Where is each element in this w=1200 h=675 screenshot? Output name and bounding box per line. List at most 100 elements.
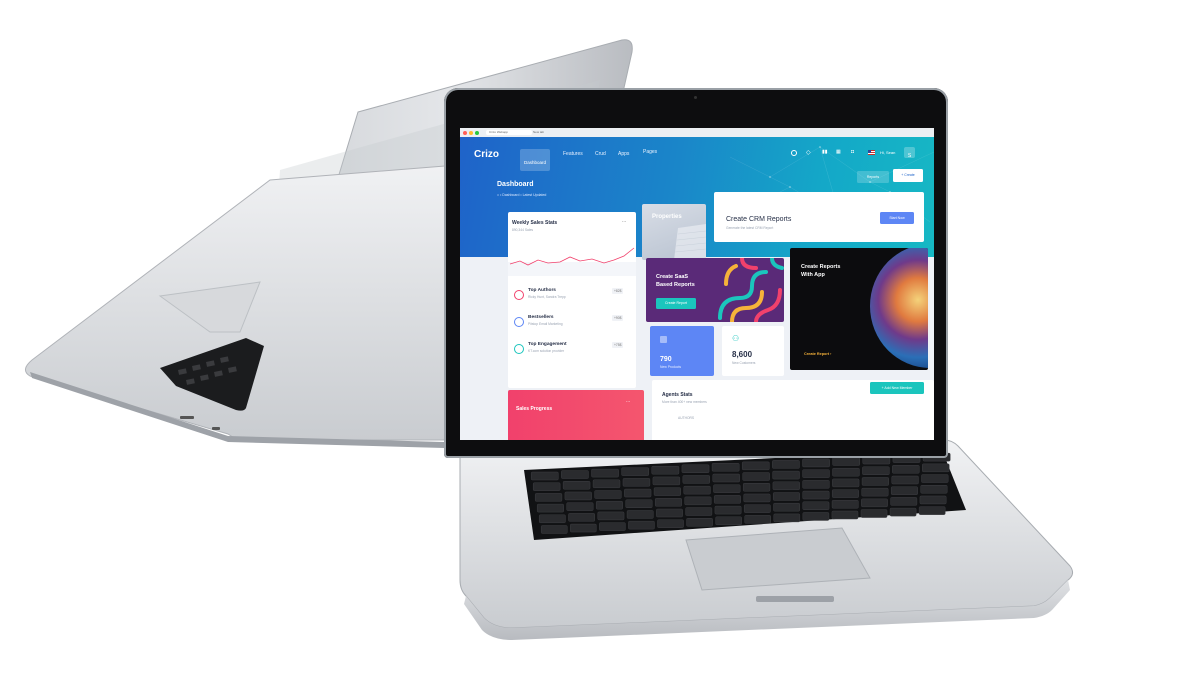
layers-icon[interactable]: ◇ [806, 149, 811, 156]
saas-create-report-button[interactable]: Create Report [656, 298, 696, 309]
keyboard-key [715, 516, 742, 526]
keyboard-key [536, 503, 564, 513]
keyboard-key [831, 510, 859, 520]
close-dot-icon[interactable] [463, 130, 467, 135]
keyboard-key [657, 519, 684, 528]
keyboard-key [831, 500, 859, 509]
new-customers-card: ⚇ 8,600 New Customers [722, 326, 784, 376]
home-icon[interactable]: ⌂ [497, 193, 499, 197]
keyboard-key [743, 504, 771, 513]
keyboard-key [538, 514, 566, 524]
keyboard-key [686, 518, 713, 527]
customers-value: 8,600 [732, 350, 753, 359]
app-reports-title-line1: Create Reports [801, 264, 841, 270]
keyboard-key [595, 500, 623, 510]
keyboard-key [773, 502, 801, 512]
start-now-button[interactable]: Start Now [880, 212, 914, 224]
keyboard-key [742, 472, 770, 481]
keyboard-key [599, 522, 626, 531]
weekly-sales-subtitle: 890,344 Sales [512, 228, 534, 232]
keyboard-key [712, 473, 740, 483]
keyboard-key [741, 461, 770, 471]
products-value: 790 [660, 356, 672, 363]
add-new-member-button[interactable]: + Add New Member [870, 382, 924, 394]
flag-icon[interactable] [868, 150, 875, 155]
crm-reports-card: Create CRM Reports Generate the latest C… [714, 192, 924, 242]
brand-logo[interactable]: Crizo [474, 149, 499, 160]
nav-features[interactable]: Features [563, 151, 583, 157]
keyboard-key [570, 523, 597, 533]
add-new-member-label: Add New Member [884, 386, 913, 390]
weekly-sales-menu[interactable]: ... [622, 218, 626, 224]
reports-button[interactable]: Reports [857, 171, 889, 183]
keyboard-key [890, 486, 918, 495]
create-button[interactable]: + Create [893, 169, 923, 182]
keyboard-key [561, 470, 589, 479]
saas-pattern [718, 258, 784, 322]
keyboard-key [832, 478, 860, 488]
crm-subtitle: Generate the latest CRM Report [726, 226, 774, 230]
agents-table-header: AUTHORS [678, 416, 695, 420]
dashboard-screen: Crizo Webapp New tab Crizo Dashboard Fea… [460, 128, 934, 440]
app-create-report-link[interactable]: Create Report › [804, 352, 831, 356]
bell-icon[interactable]: ◘ [851, 149, 854, 155]
sales-list-item[interactable]: Top Engagement KT.com solution provider +7… [512, 340, 632, 362]
customers-label: New Customers [732, 361, 756, 365]
search-icon[interactable] [791, 150, 797, 156]
browser-new-tab[interactable]: New tab [530, 130, 566, 135]
sales-list-item[interactable]: Top Authors Ricky Hunt, Sandra Trepp +82$ [512, 286, 632, 308]
keyboard-key [540, 525, 568, 534]
keyboard-key [681, 464, 710, 473]
sales-progress-card: Sales Progress ... [508, 390, 644, 440]
sales-list-item[interactable]: Bestsellers Pitstop Email Marketing +90$ [512, 313, 632, 335]
keyboard-key [918, 506, 946, 515]
keyboard-key [742, 483, 771, 492]
keyboard-key [532, 482, 561, 491]
saas-title-line1: Create SaaS [656, 274, 689, 280]
user-greeting[interactable]: Hi, Sean [880, 150, 895, 155]
keyboard-key [628, 520, 655, 530]
nav-dashboard-label: Dashboard [524, 160, 547, 165]
weekly-sales-title: Weekly Sales Stats [512, 220, 558, 226]
keyboard-key [624, 488, 652, 498]
maximize-dot-icon[interactable] [475, 130, 479, 135]
agents-title: Agents Stats [662, 392, 693, 398]
minimize-dot-icon[interactable] [469, 130, 473, 135]
breadcrumb-dashboard[interactable]: Dashboard [502, 193, 519, 197]
app-reports-title-line2: With App [801, 272, 825, 278]
keyboard-key [566, 502, 594, 511]
keyboard-key [921, 474, 949, 483]
keyboard-key [922, 463, 950, 473]
sales-item-title: Top Engagement [528, 342, 567, 347]
weekly-sales-card: Weekly Sales Stats 890,344 Sales ... Top… [508, 212, 636, 388]
keyboard-key [802, 512, 830, 521]
nav-pages[interactable]: Pages [643, 149, 657, 155]
keyboard-key [597, 511, 625, 521]
keyboard-key [831, 489, 859, 498]
properties-title: Properties [652, 214, 682, 220]
breadcrumb-latest[interactable]: Latest Updated [523, 193, 547, 197]
keyboard-key [530, 471, 559, 481]
avatar[interactable]: S [904, 147, 915, 159]
nav-crud[interactable]: Crud [595, 151, 606, 157]
avatar-initial: S [907, 153, 912, 159]
pin-icon [514, 290, 524, 300]
chart-icon[interactable]: ▮▮ [822, 149, 828, 155]
keyboard-key [891, 475, 919, 485]
sales-item-badge: +82$ [612, 288, 624, 294]
agents-stats-card: Agents Stats More than 400+ new members … [652, 380, 934, 440]
browser-tab[interactable]: Crizo Webapp [486, 130, 532, 135]
keyboard-key [772, 470, 800, 480]
sales-trend-chart [508, 247, 636, 276]
keyboard-key [713, 484, 741, 493]
nav-dashboard[interactable]: Dashboard [520, 149, 551, 171]
keyboard-key [534, 493, 563, 502]
keyboard-key [919, 495, 947, 505]
properties-card: Properties [642, 204, 706, 260]
keyboard-key [772, 460, 800, 469]
keyboard-key [652, 476, 681, 486]
grid-icon[interactable]: ▦ [836, 149, 841, 155]
nav-apps[interactable]: Apps [618, 151, 629, 157]
sales-progress-menu[interactable]: ... [626, 398, 630, 404]
keyboard-key [832, 467, 860, 477]
